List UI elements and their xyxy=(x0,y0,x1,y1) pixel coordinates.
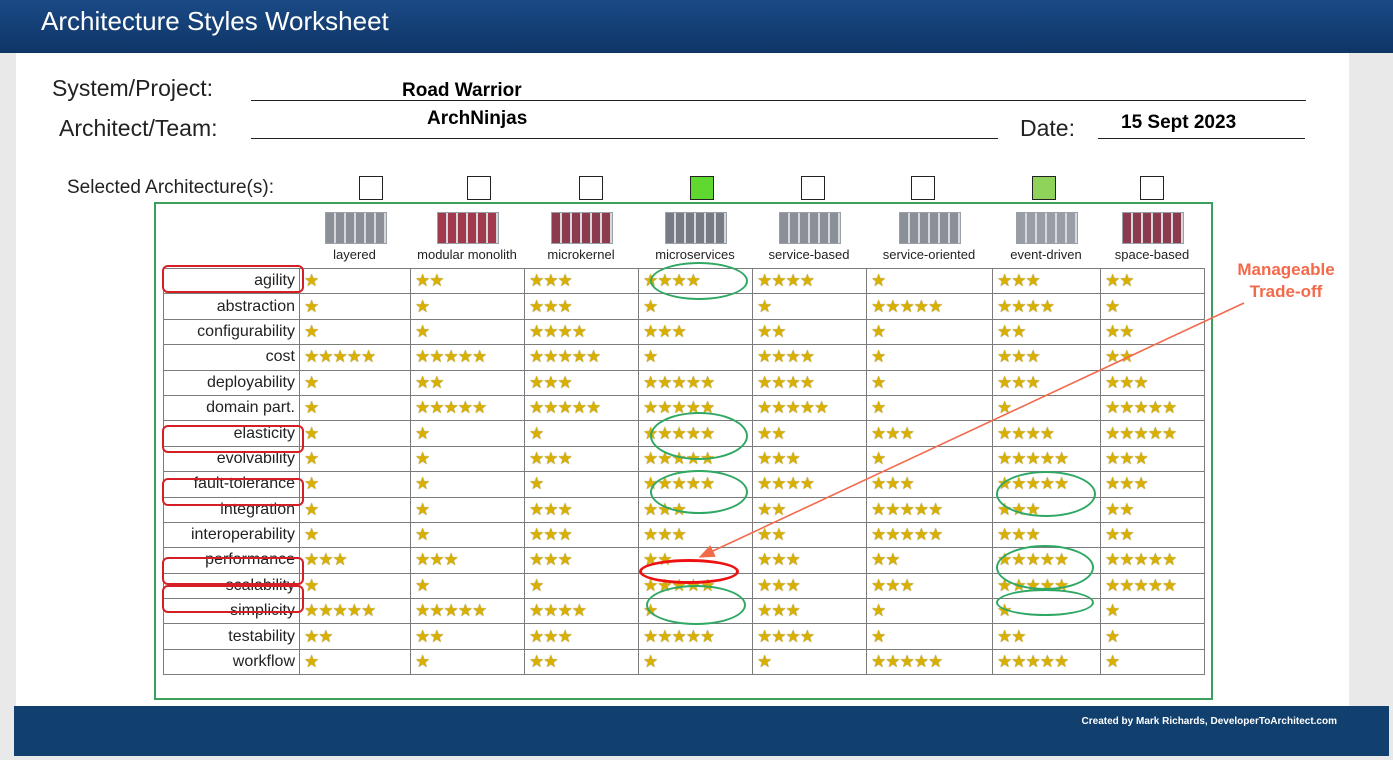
key-characteristic-highlight xyxy=(162,478,304,506)
key-characteristic-highlight xyxy=(162,425,304,453)
tradeoff-note-line2: Trade-off xyxy=(1249,282,1323,301)
annotation-arrow xyxy=(698,302,1245,558)
key-characteristic-highlight xyxy=(162,585,304,613)
key-characteristic-highlight xyxy=(162,557,304,585)
footer-credit: Created by Mark Richards, DeveloperToArc… xyxy=(1081,716,1337,727)
key-characteristic-highlight xyxy=(162,265,304,293)
tradeoff-note: Manageable Trade-off xyxy=(1216,259,1356,303)
footer-bar: Created by Mark Richards, DeveloperToArc… xyxy=(14,706,1389,756)
tradeoff-note-line1: Manageable xyxy=(1237,260,1335,279)
